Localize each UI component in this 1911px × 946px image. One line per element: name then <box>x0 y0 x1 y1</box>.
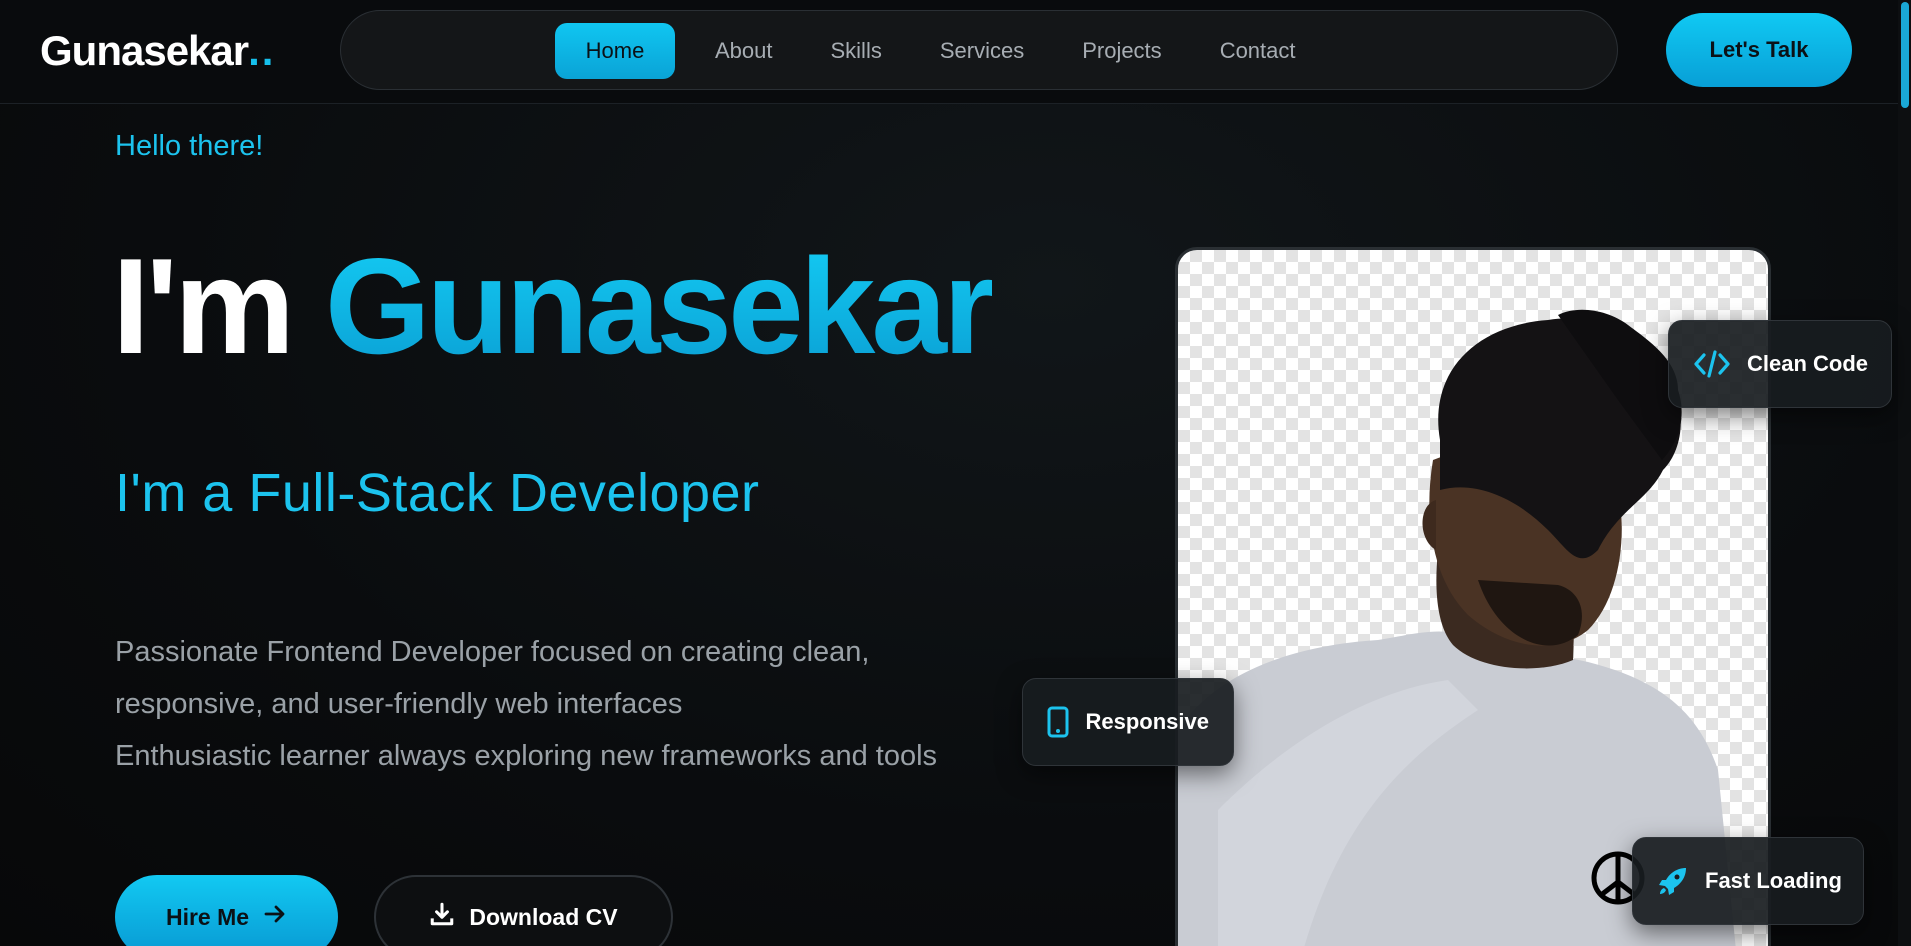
hero-description: Passionate Frontend Developer focused on… <box>115 626 995 782</box>
site-header: Gunasekar.. Home About Skills Services P… <box>0 0 1898 104</box>
clean-code-label: Clean Code <box>1747 351 1869 376</box>
rocket-icon <box>1657 862 1689 900</box>
hero-title-name: Gunasekar <box>324 230 996 382</box>
hire-me-label: Hire Me <box>165 903 250 930</box>
nav-item-about[interactable]: About <box>686 23 802 79</box>
logo-text: Gunasekar <box>40 27 249 74</box>
description-line: Enthusiastic learner always exploring ne… <box>115 740 938 772</box>
nav-item-skills[interactable]: Skills <box>802 23 911 79</box>
logo-dots: .. <box>248 27 276 74</box>
hero-role: I'm a Full-Stack Developer <box>115 463 760 523</box>
site-logo[interactable]: Gunasekar.. <box>40 26 275 76</box>
hero-greeting: Hello there! <box>115 130 264 162</box>
hero-title-prefix: I'm <box>112 230 295 382</box>
nav-item-projects[interactable]: Projects <box>1053 23 1190 79</box>
description-line: responsive, and user-friendly web interf… <box>115 688 683 720</box>
description-line: Passionate Frontend Developer focused on… <box>115 636 870 668</box>
arrow-right-icon <box>263 902 287 932</box>
scrollbar-thumb[interactable] <box>1901 2 1909 108</box>
fast-loading-badge: Fast Loading <box>1632 837 1864 925</box>
download-cv-button[interactable]: Download CV <box>374 875 673 946</box>
page-scrollbar[interactable] <box>1898 0 1911 946</box>
nav-items: Home About Skills Services Projects Cont… <box>555 23 1325 79</box>
download-icon <box>429 901 455 933</box>
download-cv-label: Download CV <box>469 903 618 930</box>
responsive-label: Responsive <box>1085 709 1210 734</box>
fast-loading-label: Fast Loading <box>1705 868 1842 893</box>
main-nav: Home About Skills Services Projects Cont… <box>340 10 1618 90</box>
hero-title: I'm Gunasekar <box>112 236 996 376</box>
clean-code-badge: Clean Code <box>1668 320 1892 408</box>
code-icon <box>1693 345 1731 383</box>
nav-item-home[interactable]: Home <box>555 23 675 79</box>
nav-item-services[interactable]: Services <box>911 23 1053 79</box>
hire-me-button[interactable]: Hire Me <box>115 875 338 946</box>
lets-talk-button[interactable]: Let's Talk <box>1666 13 1852 87</box>
mobile-phone-icon <box>1047 703 1070 741</box>
nav-item-contact[interactable]: Contact <box>1191 23 1325 79</box>
responsive-badge: Responsive <box>1022 678 1234 766</box>
